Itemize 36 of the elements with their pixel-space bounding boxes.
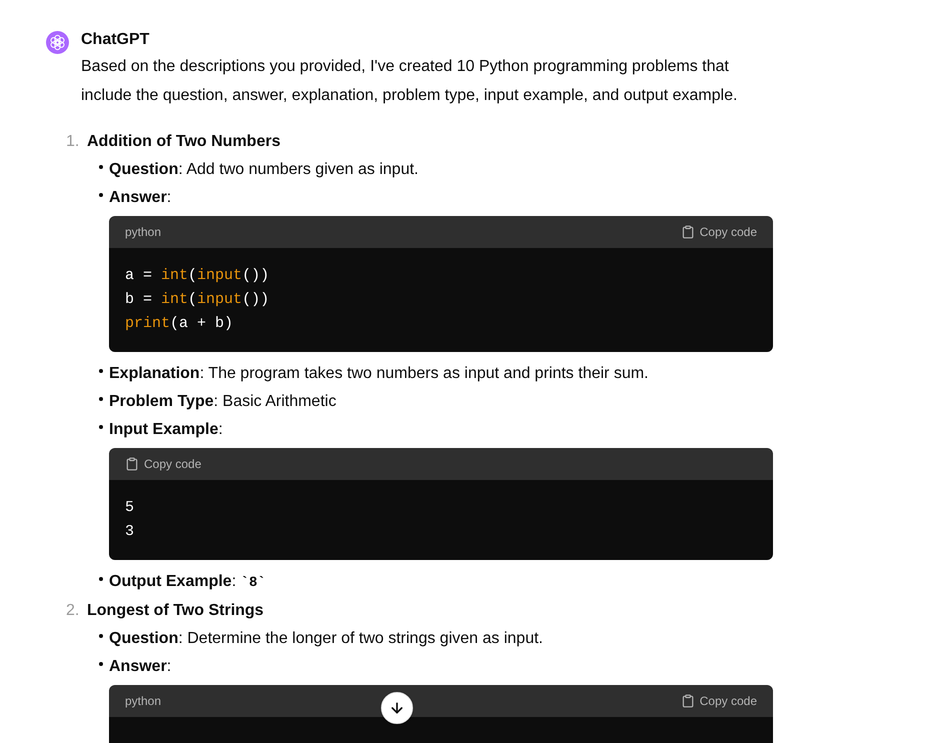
list-number: 2. <box>66 601 80 621</box>
list-number: 1. <box>66 132 80 152</box>
list-item-text: Question: Add two numbers given as input. <box>109 160 418 180</box>
message-text: Based on the descriptions you provided, I've created 10 Python programming problems that include the question, answer, explanation, problem type, input example, and output example. <box>81 57 738 106</box>
author-name: ChatGPT <box>81 30 150 50</box>
code-line: print(a + b) <box>125 314 234 334</box>
clipboard-icon <box>680 225 695 239</box>
list-item-text: Answer: <box>109 657 172 677</box>
list-item-text: Input Example: <box>109 420 223 440</box>
list-item-text: Problem Type: Basic Arithmetic <box>109 392 336 412</box>
code-line: 3 <box>125 522 134 542</box>
bullet-icon <box>99 165 103 169</box>
copy-code-button[interactable]: Copy code <box>680 225 757 239</box>
list-item-text: Explanation: The program takes two numbers as input and prints their sum. <box>109 364 648 384</box>
copy-code-button[interactable]: Copy code <box>680 694 757 708</box>
code-line: b = int(input()) <box>125 290 270 310</box>
list-item-text: Output Example: `8` <box>109 572 266 593</box>
problem-title: Addition of Two Numbers <box>87 132 280 152</box>
avatar-logo-icon <box>46 31 69 54</box>
code-language-label: python <box>125 225 162 239</box>
bullet-icon <box>99 662 103 666</box>
bullet-icon <box>99 577 103 581</box>
code-line: 5 <box>125 498 134 518</box>
list-item-text: Question: Determine the longer of two strings given as input. <box>109 629 543 649</box>
code-language-label: python <box>125 694 162 708</box>
bullet-icon <box>99 634 103 638</box>
problem-title: Longest of Two Strings <box>87 601 264 621</box>
clipboard-icon <box>125 457 139 471</box>
bullet-icon <box>99 425 103 429</box>
bullet-icon <box>99 369 103 373</box>
code-line: a = int(input()) <box>125 266 270 286</box>
bullet-icon <box>99 397 103 401</box>
list-item-text: Answer: <box>109 188 172 208</box>
copy-code-button[interactable]: Copy code <box>125 457 202 471</box>
bullet-icon <box>99 193 103 197</box>
clipboard-icon <box>680 694 695 708</box>
